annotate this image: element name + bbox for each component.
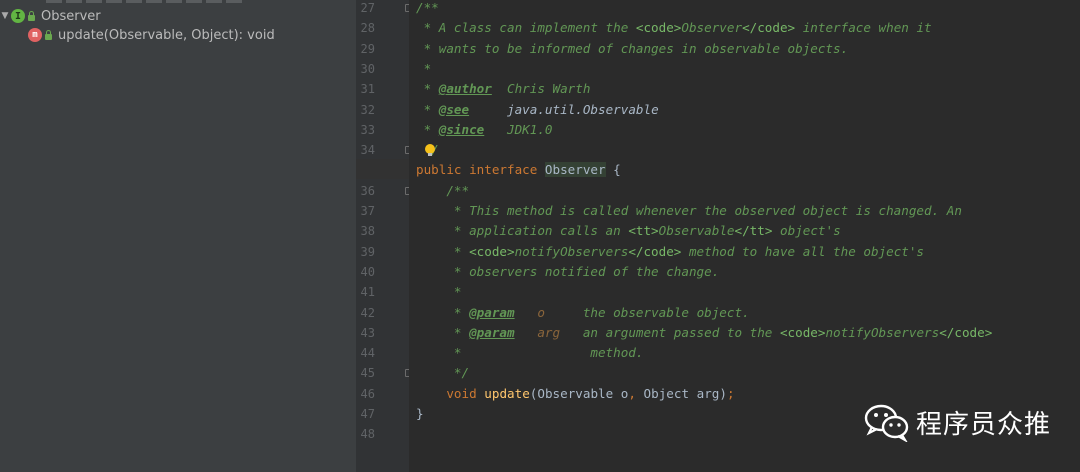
line-number-gutter[interactable]: 2728293031323334353637383940414243444546… [356, 0, 412, 472]
line-number: 32 [360, 102, 375, 117]
toolbar-button[interactable] [86, 0, 102, 3]
line-number: 27 [360, 1, 375, 15]
toolbar-button[interactable] [146, 0, 162, 3]
line-number: 38 [360, 224, 375, 239]
code-line[interactable]: * A class can implement the <code>Observ… [416, 18, 932, 38]
code-line[interactable]: public interface Observer { [416, 160, 621, 180]
public-access-icon [45, 30, 52, 40]
line-number: 37 [360, 204, 375, 218]
code-line[interactable]: * method. [416, 343, 644, 363]
line-number: 29 [360, 41, 375, 56]
structure-panel: ▼ I Observer m update(Observable, Object… [0, 0, 356, 472]
code-line[interactable]: } [416, 404, 424, 424]
line-number: 48 [360, 427, 375, 442]
ide-window: ▼ I Observer m update(Observable, Object… [0, 0, 1080, 472]
toolbar-button[interactable] [166, 0, 182, 3]
code-line[interactable]: * @param arg an argument passed to the <… [416, 323, 992, 343]
watermark-text: 程序员众推 [916, 409, 1052, 440]
code-line[interactable]: * @param o the observable object. [416, 303, 750, 323]
tree-item-label: Observer [41, 8, 101, 24]
line-number: 42 [360, 305, 375, 320]
line-number: 31 [360, 82, 375, 97]
tree-item-label: update(Observable, Object): void [58, 27, 275, 43]
watermark: 程序员众推 [864, 400, 1051, 444]
code-line[interactable]: * @author Chris Warth [416, 79, 591, 99]
line-number: 40 [360, 264, 375, 279]
code-line[interactable]: /** [416, 181, 469, 201]
toolbar-button[interactable] [66, 0, 82, 3]
public-access-icon [28, 11, 35, 21]
line-number: 28 [360, 21, 375, 36]
expand-arrow-icon[interactable]: ▼ [0, 11, 10, 21]
toolbar-button[interactable] [226, 0, 242, 3]
lightbulb-icon[interactable] [425, 144, 435, 156]
tree-item-update-method[interactable]: m update(Observable, Object): void [17, 25, 275, 45]
code-line[interactable]: void update(Observable o, Object arg); [416, 384, 734, 404]
code-line[interactable]: */ [416, 363, 469, 383]
line-number: 43 [360, 325, 375, 340]
tree-item-observer[interactable]: ▼ I Observer [0, 6, 101, 26]
toolbar-button[interactable] [186, 0, 202, 3]
code-line[interactable]: * @since JDK1.0 [416, 120, 553, 140]
toolbar-button[interactable] [46, 0, 62, 3]
code-line[interactable]: * wants to be informed of changes in obs… [416, 39, 849, 59]
code-line[interactable]: * application calls an <tt>Observable</t… [416, 221, 841, 241]
line-number: 46 [360, 386, 375, 401]
code-line[interactable]: * This method is called whenever the obs… [416, 201, 962, 221]
line-number: 39 [360, 244, 375, 259]
line-number: 44 [360, 346, 375, 361]
line-number: 33 [360, 122, 375, 137]
code-line[interactable]: /** [416, 0, 439, 18]
line-number: 30 [360, 61, 375, 76]
code-line[interactable]: * @see java.util.Observable [416, 100, 659, 120]
toolbar-button[interactable] [106, 0, 122, 3]
wechat-icon [864, 404, 909, 442]
line-number: 34 [360, 143, 375, 158]
method-icon: m [28, 28, 42, 42]
code-line[interactable]: * observers notified of the change. [416, 262, 719, 282]
line-number: 45 [360, 366, 375, 381]
line-number: 47 [360, 407, 375, 421]
code-line[interactable]: * [416, 59, 432, 79]
line-number: 36 [360, 183, 375, 198]
toolbar-button[interactable] [206, 0, 222, 3]
interface-icon: I [11, 9, 25, 23]
code-line[interactable]: * <code>notifyObservers</code> method to… [416, 242, 924, 262]
toolbar-button[interactable] [126, 0, 142, 3]
code-line[interactable]: * [416, 282, 462, 302]
line-number: 41 [360, 285, 375, 300]
